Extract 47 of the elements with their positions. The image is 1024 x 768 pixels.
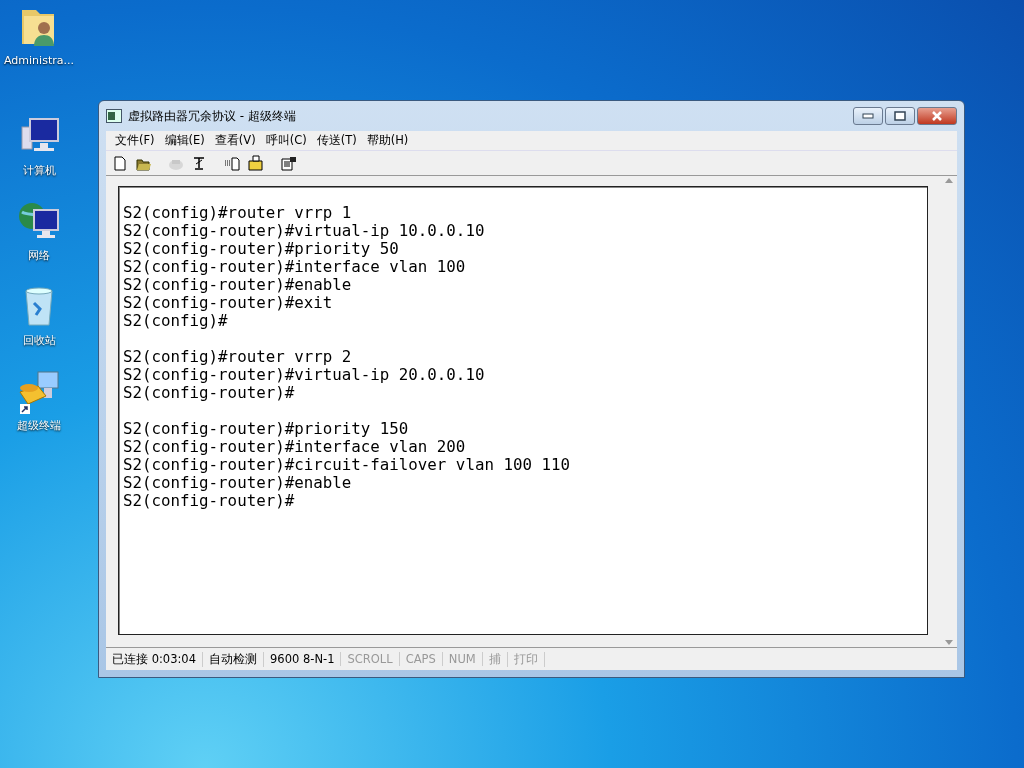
menu-item[interactable]: 呼叫(C) — [260, 133, 312, 148]
menu-item[interactable]: 帮助(H) — [361, 133, 414, 148]
menu-item[interactable]: 传送(T) — [311, 133, 362, 148]
terminal-line: S2(config-router)#virtual-ip 10.0.0.10 — [123, 222, 486, 240]
terminal-line: S2(config-router)# — [123, 492, 296, 510]
status-indicator: SCROLL — [341, 652, 400, 666]
menu-item[interactable]: 文件(F) — [110, 133, 160, 148]
terminal-line: S2(config-router)#circuit-failover vlan 100 110 — [123, 456, 571, 474]
status-indicator: CAPS — [399, 652, 443, 666]
terminal-line: S2(config-router)#priority 50 — [123, 240, 400, 258]
status-indicator: 自动检测 — [203, 651, 264, 667]
terminal-app-icon — [106, 109, 122, 123]
terminal-line: S2(config-router)#priority 150 — [123, 420, 410, 438]
status-indicator: 已连接 0:03:04 — [106, 651, 203, 667]
close-button[interactable] — [917, 107, 957, 125]
send-file-icon[interactable] — [224, 155, 240, 171]
status-indicator: 捕 — [482, 651, 508, 667]
disconnect-icon[interactable] — [191, 155, 207, 171]
terminal-line: S2(config-router)#interface vlan 100 — [123, 258, 467, 276]
receive-file-icon[interactable] — [247, 155, 263, 171]
terminal-screen[interactable] — [118, 186, 928, 635]
terminal-line: S2(config)# — [123, 312, 229, 330]
terminal-line: S2(config-router)# — [123, 384, 296, 402]
status-indicator: NUM — [442, 652, 483, 666]
menu-item[interactable]: 编辑(E) — [159, 133, 210, 148]
menu-item[interactable]: 查看(V) — [209, 133, 261, 148]
desktop-icon-label[interactable]: 计算机 — [22, 163, 56, 178]
terminal-line: S2(config-router)#exit — [123, 294, 334, 312]
status-indicator: 打印 — [507, 651, 545, 667]
minimize-icon — [862, 113, 874, 119]
terminal-line: S2(config-router)#enable — [123, 474, 353, 492]
properties-icon[interactable] — [280, 155, 296, 171]
close-icon — [931, 111, 943, 121]
window-title: 虚拟路由器冗余协议 - 超级终端 — [128, 107, 297, 125]
maximize-icon — [894, 111, 906, 121]
telephone-computer-icon[interactable] — [16, 368, 62, 416]
new-document-icon[interactable] — [112, 155, 128, 171]
terminal-line: S2(config-router)#enable — [123, 276, 353, 294]
terminal-line: S2(config)#router vrrp 2 — [123, 348, 353, 366]
desktop-icon-label[interactable]: 网络 — [28, 248, 50, 263]
terminal-line: S2(config-router)#virtual-ip 20.0.0.10 — [123, 366, 486, 384]
terminal-line: S2(config-router)#interface vlan 200 — [123, 438, 467, 456]
desktop-icon-label[interactable]: Administra... — [4, 54, 74, 67]
minimize-button[interactable] — [853, 107, 883, 125]
maximize-button[interactable] — [885, 107, 915, 125]
status-indicator: 9600 8-N-1 — [264, 652, 342, 666]
terminal-line: S2(config)#router vrrp 1 — [123, 204, 353, 222]
